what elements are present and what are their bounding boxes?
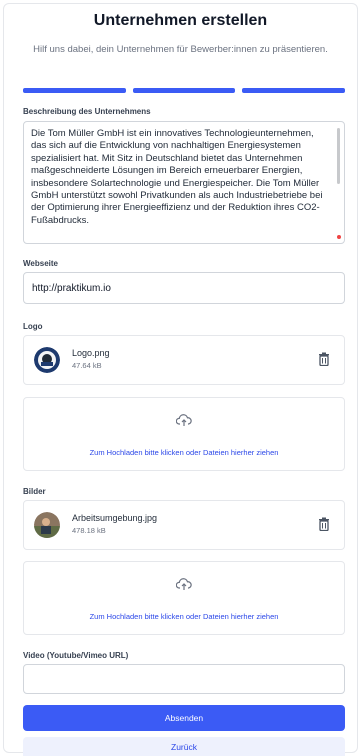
image-file-card: Arbeitsumgebung.jpg 478.18 kB — [23, 500, 345, 550]
description-textarea[interactable]: Die Tom Müller GmbH ist ein innovatives … — [23, 121, 345, 244]
logo-upload-text: Zum Hochladen bitte klicken oder Dateien… — [89, 448, 279, 457]
submit-button[interactable]: Absenden — [23, 705, 345, 731]
website-value: http://praktikum.io — [32, 282, 111, 294]
description-label: Beschreibung des Unternehmens — [23, 107, 151, 116]
required-indicator — [337, 235, 341, 239]
textarea-scrollbar[interactable] — [337, 128, 340, 184]
image-thumbnail — [34, 512, 60, 538]
website-label: Webseite — [23, 259, 58, 268]
logo-file-card: Logo.png 47.64 kB — [23, 335, 345, 385]
description-text: Die Tom Müller GmbH ist ein innovatives … — [31, 128, 323, 226]
image-file-name: Arbeitsumgebung.jpg — [72, 513, 158, 523]
cloud-upload-icon — [176, 578, 192, 590]
video-label: Video (Youtube/Vimeo URL) — [23, 651, 129, 660]
images-upload-text: Zum Hochladen bitte klicken oder Dateien… — [89, 612, 279, 621]
logo-file-size: 47.64 kB — [72, 361, 102, 370]
video-url-input[interactable] — [23, 664, 345, 694]
trash-icon[interactable] — [318, 517, 330, 531]
logo-dropzone[interactable]: Zum Hochladen bitte klicken oder Dateien… — [23, 397, 345, 471]
step-3-bar — [242, 88, 346, 93]
step-2-bar — [132, 88, 236, 93]
images-label: Bilder — [23, 487, 46, 496]
logo-thumbnail — [34, 347, 60, 373]
step-1-bar — [23, 88, 126, 93]
image-file-size: 478.18 kB — [72, 526, 106, 535]
images-dropzone[interactable]: Zum Hochladen bitte klicken oder Dateien… — [23, 561, 345, 635]
cloud-upload-icon — [176, 414, 192, 426]
logo-label: Logo — [23, 322, 43, 331]
page-title: Unternehmen erstellen — [93, 12, 268, 29]
back-button[interactable]: Zurück — [23, 737, 345, 756]
website-input[interactable]: http://praktikum.io — [23, 272, 345, 304]
logo-file-name: Logo.png — [72, 348, 110, 358]
trash-icon[interactable] — [318, 352, 330, 366]
page-subtitle: Hilf uns dabei, dein Unternehmen für Bew… — [33, 44, 328, 55]
step-progress — [23, 88, 346, 93]
